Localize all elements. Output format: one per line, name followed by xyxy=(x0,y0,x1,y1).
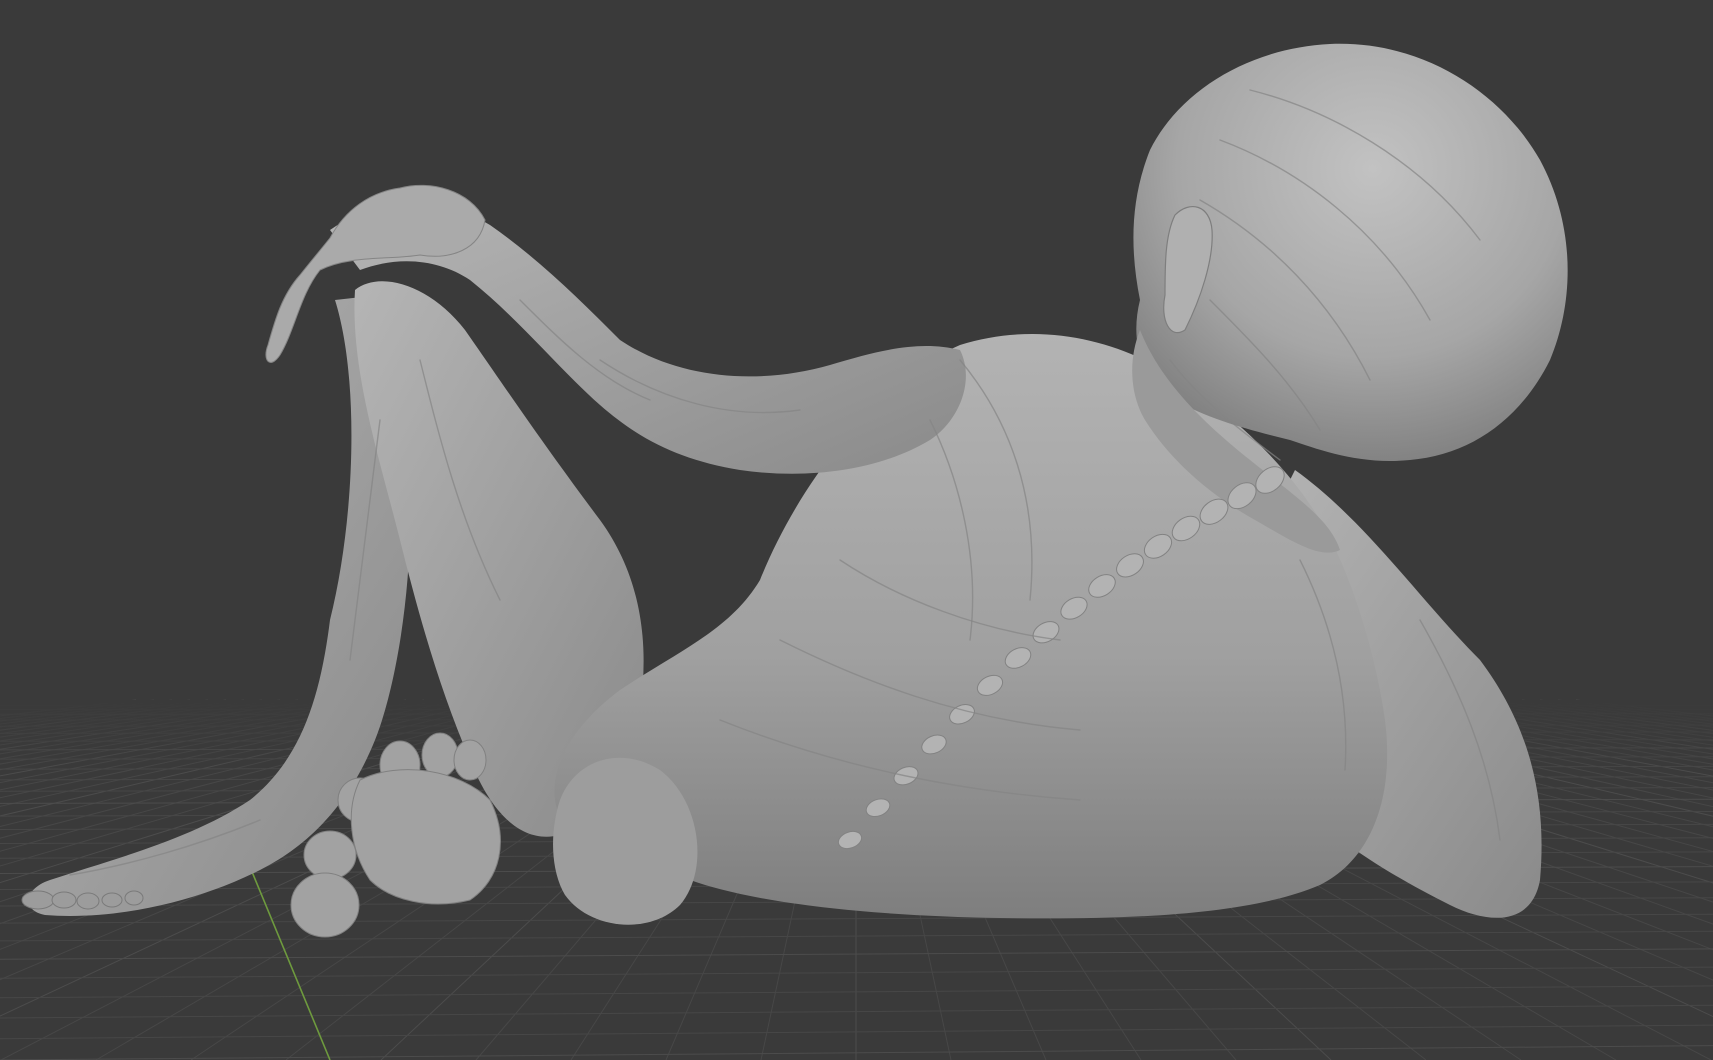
3d-viewport[interactable] xyxy=(0,0,1713,1060)
sculpted-creature-model[interactable] xyxy=(21,43,1568,938)
viewport-canvas[interactable] xyxy=(0,0,1713,1060)
